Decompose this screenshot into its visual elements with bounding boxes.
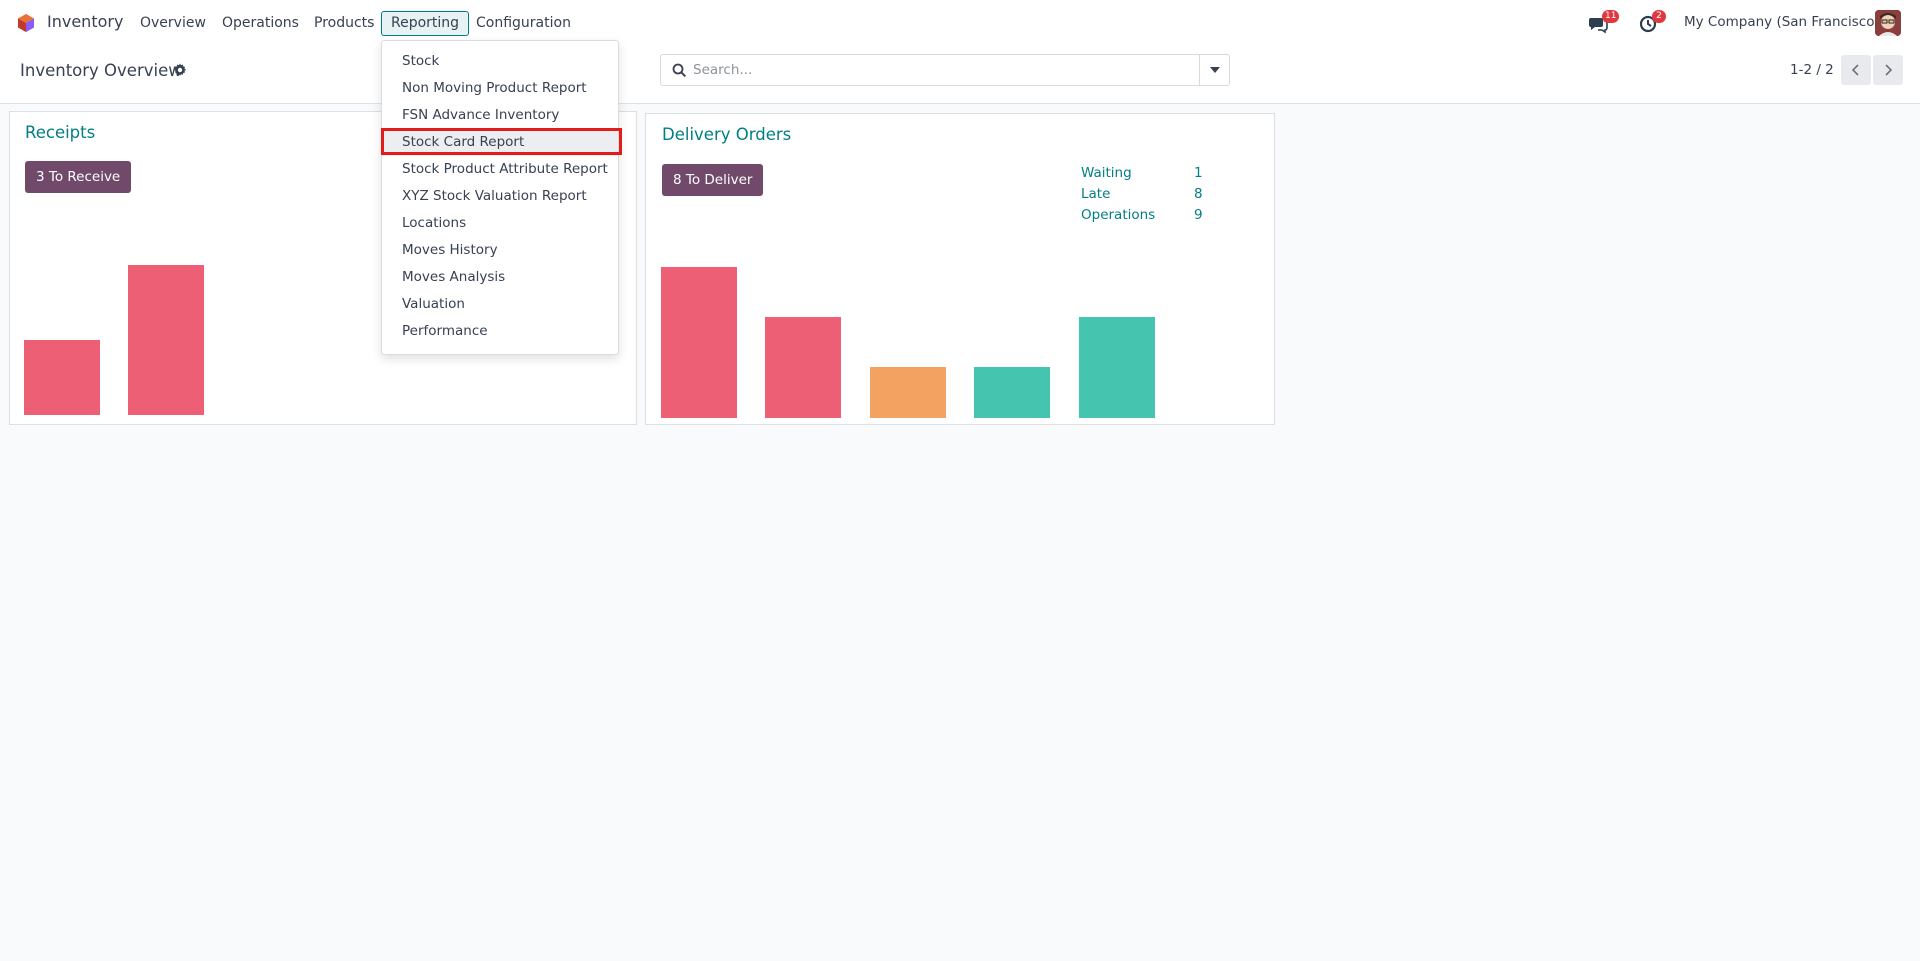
stat-waiting-value[interactable]: 1 [1194, 165, 1203, 181]
menu-item-moves-analysis[interactable]: Moves Analysis [382, 264, 618, 291]
to-receive-button[interactable]: 3 To Receive [25, 161, 132, 193]
delivery-orders-title[interactable]: Delivery Orders [662, 125, 791, 144]
menu-item-fsn-advance-inventory[interactable]: FSN Advance Inventory [382, 102, 618, 129]
search-bar [660, 54, 1230, 86]
menu-reporting[interactable]: Reporting [381, 11, 470, 36]
stat-waiting-label[interactable]: Waiting [1081, 165, 1132, 181]
chevron-right-icon [1885, 64, 1893, 76]
messages-badge: 11 [1602, 10, 1620, 23]
caret-down-icon [1210, 67, 1220, 73]
receipts-bar-2[interactable] [128, 265, 204, 415]
inventory-app-icon[interactable] [16, 13, 36, 33]
user-avatar-icon [1875, 10, 1901, 36]
delivery-bar-4[interactable] [974, 367, 1050, 418]
menu-item-locations[interactable]: Locations [382, 210, 618, 237]
gear-icon[interactable] [172, 62, 188, 78]
app-name[interactable]: Inventory [47, 12, 123, 31]
delivery-orders-card[interactable]: Delivery Orders 8 To Deliver Waiting 1 L… [645, 113, 1275, 425]
menu-item-stock-card-report[interactable]: Stock Card Report [382, 129, 618, 156]
menu-item-stock[interactable]: Stock [382, 48, 618, 75]
stat-late-value[interactable]: 8 [1194, 186, 1203, 202]
menu-item-valuation[interactable]: Valuation [382, 291, 618, 318]
delivery-bar-1[interactable] [661, 267, 737, 418]
chevron-left-icon [1851, 64, 1859, 76]
search-icon [672, 63, 687, 78]
menu-configuration[interactable]: Configuration [466, 11, 581, 36]
messages-button[interactable]: 11 [1588, 10, 1620, 34]
to-deliver-button[interactable]: 8 To Deliver [662, 164, 764, 196]
stat-operations-label[interactable]: Operations [1081, 207, 1155, 223]
delivery-bar-3[interactable] [870, 367, 946, 418]
menu-item-moves-history[interactable]: Moves History [382, 237, 618, 264]
company-switcher[interactable]: My Company (San Francisco) [1684, 14, 1880, 30]
menu-operations[interactable]: Operations [212, 11, 309, 36]
pager-previous-button[interactable] [1841, 55, 1871, 85]
stat-operations-value[interactable]: 9 [1194, 207, 1203, 223]
search-options-toggle[interactable] [1199, 55, 1229, 85]
delivery-bar-5[interactable] [1079, 317, 1155, 418]
search-input[interactable] [693, 56, 1188, 84]
control-panel: Inventory Overview 1-2 / 2 [0, 46, 1920, 104]
menu-item-non-moving-product-report[interactable]: Non Moving Product Report [382, 75, 618, 102]
pager-value[interactable]: 1-2 / 2 [1790, 62, 1834, 78]
top-navbar: Inventory Overview Operations Products R… [0, 0, 1920, 46]
receipts-title[interactable]: Receipts [25, 123, 95, 142]
activities-button[interactable]: 2 [1638, 10, 1666, 34]
menu-products[interactable]: Products [304, 11, 384, 36]
delivery-bar-2[interactable] [765, 317, 841, 418]
menu-item-xyz-stock-valuation-report[interactable]: XYZ Stock Valuation Report [382, 183, 618, 210]
menu-item-performance[interactable]: Performance [382, 318, 618, 345]
menu-item-stock-product-attribute-report[interactable]: Stock Product Attribute Report [382, 156, 618, 183]
stat-late-label[interactable]: Late [1081, 186, 1110, 202]
activities-badge: 2 [1652, 10, 1666, 23]
reporting-dropdown-menu: Stock Non Moving Product Report FSN Adva… [381, 40, 619, 355]
receipts-bar-1[interactable] [24, 340, 100, 415]
pager-next-button[interactable] [1873, 55, 1903, 85]
menu-overview[interactable]: Overview [130, 11, 216, 36]
page-title: Inventory Overview [20, 61, 182, 80]
user-avatar[interactable] [1875, 10, 1901, 36]
